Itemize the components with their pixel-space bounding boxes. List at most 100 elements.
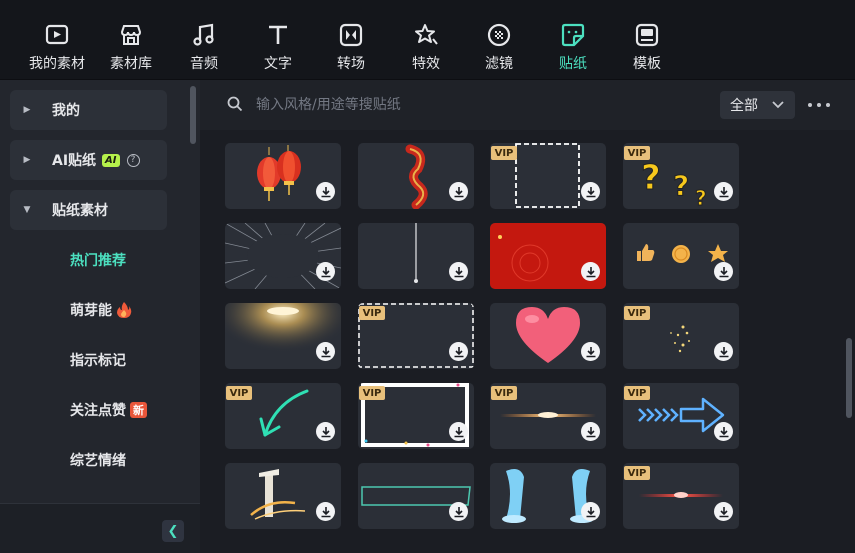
tab-label: 贴纸 — [559, 56, 587, 72]
sticker-panel: 全部 VIP — [200, 80, 855, 553]
download-icon[interactable] — [714, 262, 733, 281]
music-note-icon — [189, 20, 219, 50]
download-icon[interactable] — [714, 502, 733, 521]
sticker-card-thumbs-coin-star[interactable] — [623, 223, 739, 289]
tab-text[interactable]: 文字 — [258, 0, 298, 80]
sidebar-item-hot[interactable]: 热门推荐 — [70, 250, 126, 270]
sidebar-scrollbar[interactable] — [190, 86, 196, 144]
sticker-card-blue-neon-arrow[interactable]: VIP — [623, 383, 739, 449]
effects-star-icon — [411, 20, 441, 50]
sticker-card-pink-heart[interactable] — [490, 303, 606, 369]
category-mine[interactable]: ▶ 我的 — [10, 90, 167, 130]
download-icon[interactable] — [316, 502, 335, 521]
sidebar-item-cute[interactable]: 萌芽能 — [70, 300, 132, 320]
sidebar-item-variety-emotion[interactable]: 综艺情绪 — [70, 450, 126, 470]
tab-my-media[interactable]: 我的素材 — [21, 0, 93, 80]
download-icon[interactable] — [449, 342, 468, 361]
sidebar-item-label: 关注点赞 — [70, 403, 126, 419]
tab-audio[interactable]: 音频 — [184, 0, 224, 80]
download-icon[interactable] — [316, 262, 335, 281]
tab-label: 文字 — [264, 56, 292, 72]
sticker-card-red-chinese-knot[interactable] — [358, 143, 474, 209]
template-icon — [632, 20, 662, 50]
sticker-card-orange-lens-flare[interactable]: VIP — [490, 383, 606, 449]
chevron-down-icon — [772, 101, 784, 109]
sticker-card-dashed-rectangle[interactable]: VIP — [358, 303, 474, 369]
download-icon[interactable] — [581, 342, 600, 361]
vip-badge: VIP — [359, 306, 385, 320]
svg-text:?: ? — [641, 158, 661, 198]
sticker-icon — [558, 20, 588, 50]
svg-text:?: ? — [673, 169, 689, 202]
tab-label: 我的素材 — [29, 56, 85, 72]
sticker-card-dashed-frame[interactable]: VIP — [490, 143, 606, 209]
vip-badge: VIP — [624, 386, 650, 400]
sticker-card-red-background[interactable] — [490, 223, 606, 289]
download-icon[interactable] — [449, 422, 468, 441]
download-icon[interactable] — [581, 182, 600, 201]
ai-badge: AI — [102, 153, 120, 167]
filter-value: 全部 — [730, 98, 758, 114]
category-filter-dropdown[interactable]: 全部 — [720, 91, 795, 119]
sidebar-item-indicators[interactable]: 指示标记 — [70, 350, 126, 370]
sticker-card-question-marks[interactable]: ? ? ? VIP — [623, 143, 739, 209]
download-icon[interactable] — [581, 422, 600, 441]
tab-label: 音频 — [190, 56, 218, 72]
vip-badge: VIP — [624, 306, 650, 320]
sticker-card-teal-bracket-frame[interactable] — [358, 463, 474, 529]
tab-label: 转场 — [337, 56, 365, 72]
tab-filter[interactable]: 滤镜 — [479, 0, 519, 80]
media-icon — [42, 20, 72, 50]
vip-badge: VIP — [491, 146, 517, 160]
tab-effects[interactable]: 特效 — [406, 0, 446, 80]
tab-library[interactable]: 素材库 — [102, 0, 160, 80]
download-icon[interactable] — [316, 182, 335, 201]
sticker-card-speed-lines[interactable] — [225, 223, 341, 289]
more-options-button[interactable] — [808, 98, 830, 112]
tab-sticker[interactable]: 贴纸 — [553, 0, 593, 80]
sticker-card-golden-sparkles[interactable]: VIP — [623, 303, 739, 369]
help-icon[interactable]: ? — [126, 153, 140, 167]
search-bar: 全部 — [200, 80, 855, 130]
sidebar-footer: ❮ — [0, 503, 200, 553]
download-icon[interactable] — [449, 182, 468, 201]
sidebar-item-follow-like[interactable]: 关注点赞 新 — [70, 400, 147, 420]
fire-icon — [117, 302, 132, 318]
download-icon[interactable] — [316, 342, 335, 361]
sticker-card-red-lanterns[interactable] — [225, 143, 341, 209]
tab-label: 特效 — [412, 56, 440, 72]
chevron-right-icon: ▶ — [23, 155, 31, 165]
search-icon — [227, 96, 243, 112]
download-icon[interactable] — [316, 422, 335, 441]
search-input[interactable] — [256, 94, 656, 116]
download-icon[interactable] — [581, 262, 600, 281]
chevron-left-icon: ❮ — [167, 523, 179, 539]
grid-scrollbar[interactable] — [846, 338, 852, 418]
download-icon[interactable] — [714, 422, 733, 441]
download-icon[interactable] — [581, 502, 600, 521]
text-icon — [263, 20, 293, 50]
category-label: 贴纸素材 — [52, 203, 108, 219]
tab-label: 滤镜 — [485, 56, 513, 72]
tab-template[interactable]: 模板 — [627, 0, 667, 80]
sidebar-item-label: 综艺情绪 — [70, 453, 126, 469]
sticker-card-blue-waterfall[interactable] — [490, 463, 606, 529]
sticker-card-confetti-frame[interactable]: VIP — [358, 383, 474, 449]
category-ai-sticker[interactable]: ▶ AI贴纸 AI ? — [10, 140, 167, 180]
download-icon[interactable] — [714, 182, 733, 201]
sticker-card-golden-light-burst[interactable] — [225, 303, 341, 369]
tab-transition[interactable]: 转场 — [331, 0, 371, 80]
sticker-card-golden-pillar[interactable] — [225, 463, 341, 529]
category-label: 我的 — [52, 103, 80, 119]
category-sticker-materials[interactable]: ▼ 贴纸素材 — [10, 190, 167, 230]
collapse-sidebar-button[interactable]: ❮ — [162, 520, 184, 542]
sticker-card-vertical-line[interactable] — [358, 223, 474, 289]
chevron-down-icon: ▼ — [23, 205, 31, 215]
download-icon[interactable] — [449, 502, 468, 521]
vip-badge: VIP — [226, 386, 252, 400]
transition-icon — [336, 20, 366, 50]
download-icon[interactable] — [714, 342, 733, 361]
sticker-card-green-check-arrow[interactable]: VIP — [225, 383, 341, 449]
sticker-card-red-lens-flare[interactable]: VIP — [623, 463, 739, 529]
download-icon[interactable] — [449, 262, 468, 281]
